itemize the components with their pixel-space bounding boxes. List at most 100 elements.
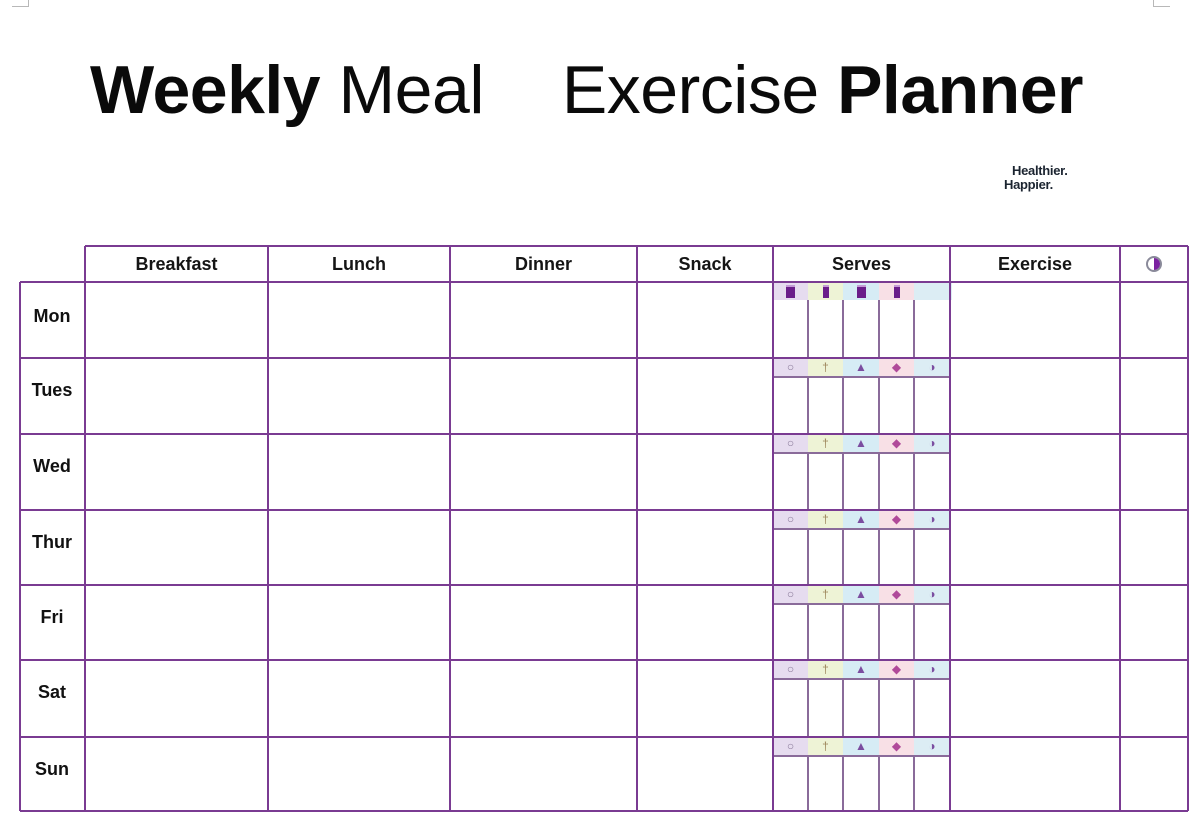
serves-input-mon-meat[interactable] (844, 302, 878, 356)
cell-tues-exercise[interactable] (952, 360, 1118, 432)
dairy-icon: ◆ (891, 662, 902, 676)
cell-tues-snack[interactable] (639, 360, 771, 432)
cell-thur-lunch[interactable] (270, 512, 448, 583)
cell-sat-exercise[interactable] (952, 662, 1118, 735)
cell-fri-dinner[interactable] (452, 587, 635, 658)
dairy-icon: ◆ (891, 587, 902, 601)
serves-strip-segment: † (808, 434, 843, 452)
serves-strip-segment: † (808, 510, 843, 528)
cell-wed-extra[interactable] (1122, 436, 1186, 508)
grain-icon: † (822, 360, 829, 374)
cell-sun-dinner[interactable] (452, 739, 635, 809)
serves-input-sat-vegetable[interactable] (915, 680, 949, 735)
serves-input-fri-meat[interactable] (844, 605, 878, 658)
serves-input-tues-vegetable[interactable] (915, 378, 949, 432)
serves-sub-column-line (807, 300, 809, 358)
cell-sat-dinner[interactable] (452, 662, 635, 735)
serves-input-tues-apple[interactable] (774, 378, 807, 432)
serves-input-thur-grain[interactable] (809, 530, 842, 583)
cell-sat-extra[interactable] (1122, 662, 1186, 735)
meat-icon: ▲ (855, 662, 867, 676)
cell-fri-lunch[interactable] (270, 587, 448, 658)
cell-tues-extra[interactable] (1122, 360, 1186, 432)
serves-input-thur-vegetable[interactable] (915, 530, 949, 583)
cell-fri-exercise[interactable] (952, 587, 1118, 658)
serves-input-tues-grain[interactable] (809, 378, 842, 432)
cell-sat-snack[interactable] (639, 662, 771, 735)
cell-thur-extra[interactable] (1122, 512, 1186, 583)
serves-input-fri-vegetable[interactable] (915, 605, 949, 658)
serves-sub-column-line (913, 528, 915, 585)
vegetable-icon: ◑ (928, 662, 936, 676)
cell-thur-exercise[interactable] (952, 512, 1118, 583)
cell-mon-exercise[interactable] (952, 284, 1118, 356)
serves-strip-segment: ○ (773, 585, 808, 603)
apple-icon: ○ (786, 739, 795, 753)
cell-sat-lunch[interactable] (270, 662, 448, 735)
cell-sun-snack[interactable] (639, 739, 771, 809)
cell-tues-lunch[interactable] (270, 360, 448, 432)
cell-fri-extra[interactable] (1122, 587, 1186, 658)
serves-sub-column-line (913, 678, 915, 737)
serves-input-sun-dairy[interactable] (880, 757, 913, 809)
serves-bar-icon (822, 284, 829, 298)
serves-input-sat-grain[interactable] (809, 680, 842, 735)
cell-thur-breakfast[interactable] (87, 512, 266, 583)
serves-input-thur-apple[interactable] (774, 530, 807, 583)
cell-sun-lunch[interactable] (270, 739, 448, 809)
cell-mon-breakfast[interactable] (87, 284, 266, 356)
serves-strip-segment: ◑ (914, 585, 950, 603)
cell-mon-snack[interactable] (639, 284, 771, 356)
cell-thur-dinner[interactable] (452, 512, 635, 583)
serves-input-mon-dairy[interactable] (880, 302, 913, 356)
serves-strip-segment: ▲ (843, 660, 879, 678)
cell-sun-breakfast[interactable] (87, 739, 266, 809)
vegetable-icon: ◑ (928, 587, 936, 601)
serves-sub-column-line (842, 678, 844, 737)
row-border (20, 810, 1188, 812)
serves-input-sun-apple[interactable] (774, 757, 807, 809)
cell-sun-extra[interactable] (1122, 739, 1186, 809)
serves-input-thur-dairy[interactable] (880, 530, 913, 583)
cell-wed-snack[interactable] (639, 436, 771, 508)
serves-bar-icon (893, 284, 900, 298)
cell-mon-dinner[interactable] (452, 284, 635, 356)
serves-input-wed-vegetable[interactable] (915, 454, 949, 508)
cell-fri-snack[interactable] (639, 587, 771, 658)
serves-input-sat-dairy[interactable] (880, 680, 913, 735)
cell-tues-dinner[interactable] (452, 360, 635, 432)
cell-thur-snack[interactable] (639, 512, 771, 583)
serves-input-fri-dairy[interactable] (880, 605, 913, 658)
serves-input-sat-meat[interactable] (844, 680, 878, 735)
cell-tues-breakfast[interactable] (87, 360, 266, 432)
serves-strip-divider (773, 528, 950, 530)
serves-icon-strip: ○ † ▲ ◆ ◑ (773, 434, 950, 452)
serves-input-wed-dairy[interactable] (880, 454, 913, 508)
cell-mon-extra[interactable] (1122, 284, 1186, 356)
serves-input-wed-apple[interactable] (774, 454, 807, 508)
serves-sub-column-line (842, 528, 844, 585)
cell-wed-lunch[interactable] (270, 436, 448, 508)
cell-sat-breakfast[interactable] (87, 662, 266, 735)
serves-input-sun-meat[interactable] (844, 757, 878, 809)
serves-strip-segment: † (808, 660, 843, 678)
serves-input-sat-apple[interactable] (774, 680, 807, 735)
serves-input-fri-grain[interactable] (809, 605, 842, 658)
cell-wed-breakfast[interactable] (87, 436, 266, 508)
serves-input-fri-apple[interactable] (774, 605, 807, 658)
cell-sun-exercise[interactable] (952, 739, 1118, 809)
serves-input-mon-apple[interactable] (774, 302, 807, 356)
serves-input-tues-meat[interactable] (844, 378, 878, 432)
serves-input-wed-grain[interactable] (809, 454, 842, 508)
serves-input-tues-dairy[interactable] (880, 378, 913, 432)
serves-input-sun-vegetable[interactable] (915, 757, 949, 809)
serves-input-mon-vegetable[interactable] (915, 302, 949, 356)
cell-wed-exercise[interactable] (952, 436, 1118, 508)
cell-fri-breakfast[interactable] (87, 587, 266, 658)
serves-input-mon-grain[interactable] (809, 302, 842, 356)
serves-input-sun-grain[interactable] (809, 757, 842, 809)
cell-wed-dinner[interactable] (452, 436, 635, 508)
cell-mon-lunch[interactable] (270, 284, 448, 356)
serves-input-thur-meat[interactable] (844, 530, 878, 583)
serves-input-wed-meat[interactable] (844, 454, 878, 508)
